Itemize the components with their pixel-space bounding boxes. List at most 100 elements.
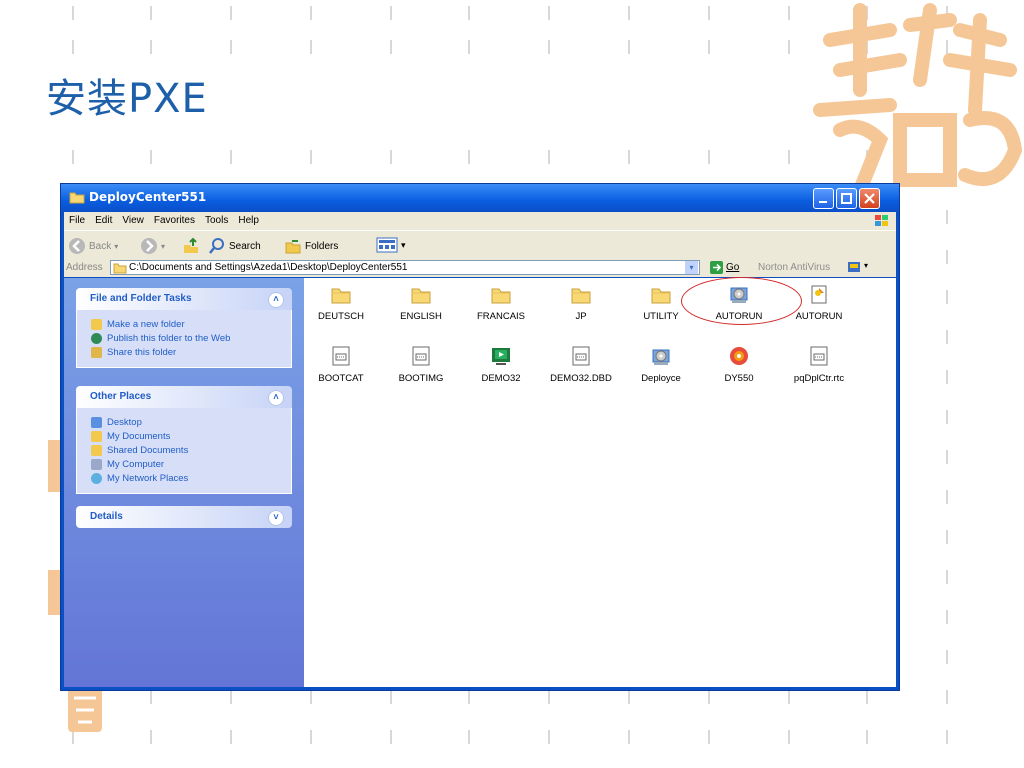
panel-header[interactable]: File and Folder Tasks ˄ [76,288,292,310]
close-icon [864,193,875,204]
file-folder-tasks-panel: File and Folder Tasks ˄ Make a new folder… [76,288,292,368]
folder-icon [411,288,431,304]
grid-tick [468,40,470,54]
grid-tick [72,730,74,744]
file-item[interactable]: FRANCAIS [464,284,538,322]
file-item[interactable]: DEMO32.DBD [544,346,618,384]
back-arrow-icon [69,238,85,254]
windows-logo-icon [875,215,888,226]
file-item[interactable]: DEMO32 [464,346,538,384]
grid-tick [946,530,948,544]
place-my-computer[interactable]: My Computer [91,459,291,470]
grid-tick [946,410,948,424]
file-item[interactable]: BOOTCAT [304,346,378,384]
collapse-chevron-icon[interactable]: ˄ [268,390,284,406]
file-icon [572,346,590,366]
grid-tick [788,730,790,744]
details-panel: Details ˅ [76,506,292,528]
grid-tick [548,690,550,704]
file-item[interactable]: DEUTSCH [304,284,378,322]
network-places-icon [91,473,102,484]
up-folder-button[interactable] [182,237,200,255]
close-button[interactable] [859,188,880,209]
task-publish-web[interactable]: Publish this folder to the Web [91,333,291,344]
menu-help[interactable]: Help [233,212,264,226]
address-bar: Address C:\Documents and Settings\Azeda1… [64,259,896,277]
task-label: Publish this folder to the Web [107,333,231,344]
task-share-folder[interactable]: Share this folder [91,347,291,358]
address-input[interactable]: C:\Documents and Settings\Azeda1\Desktop… [110,260,700,275]
folders-label: Folders [305,240,339,252]
minimize-icon [819,201,827,203]
grid-tick [946,570,948,584]
forward-button[interactable]: ▾ [140,237,165,255]
panel-title: File and Folder Tasks [90,293,192,304]
forward-arrow-icon [141,238,157,254]
place-my-network[interactable]: My Network Places [91,473,291,484]
grid-tick [708,730,710,744]
disc-setup-icon [652,349,670,365]
toolbar: Back ▾ ▾ Search Folders ▾ [64,230,896,260]
folder-icon [113,263,127,274]
slide-title: 安装PXE [46,76,208,122]
grid-tick [788,690,790,704]
expand-chevron-icon[interactable]: ˅ [268,510,284,526]
norton-dropdown-icon[interactable]: ▾ [864,261,868,270]
maximize-button[interactable] [836,188,857,209]
folders-button[interactable]: Folders [284,237,338,255]
back-dropdown-icon: ▾ [114,241,119,251]
file-item[interactable]: ENGLISH [384,284,458,322]
panel-header[interactable]: Other Places ˄ [76,386,292,408]
file-item[interactable]: pqDplCtr.rtc [782,346,856,384]
minimize-button[interactable] [813,188,834,209]
search-button[interactable]: Search [208,237,261,255]
grid-tick [310,6,312,20]
back-button[interactable]: Back ▾ [68,237,118,255]
content-area: File and Folder Tasks ˄ Make a new folder… [64,278,896,687]
grid-tick [548,730,550,744]
file-item[interactable]: DY550 [702,346,776,384]
computer-icon [91,459,102,470]
seal-small-icon [68,688,102,732]
task-make-new-folder[interactable]: Make a new folder [91,319,291,330]
file-item[interactable]: BOOTIMG [384,346,458,384]
menu-tools[interactable]: Tools [200,212,233,226]
collapse-chevron-icon[interactable]: ˄ [268,292,284,308]
share-folder-icon [91,347,102,358]
norton-antivirus-label[interactable]: Norton AntiVirus [758,262,830,273]
grid-tick [708,40,710,54]
grid-tick [468,6,470,20]
go-label: Go [726,262,740,273]
grid-tick [946,370,948,384]
grid-tick [230,690,232,704]
go-button[interactable]: Go [710,261,739,274]
forward-dropdown-icon: ▾ [161,241,166,251]
menu-edit[interactable]: Edit [90,212,117,226]
title-bar[interactable]: DeployCenter551 [61,184,899,212]
grid-tick [946,450,948,464]
file-item[interactable]: Deployce [624,346,698,384]
search-label: Search [229,240,261,252]
panel-header[interactable]: Details ˅ [76,506,292,528]
cd-icon [730,347,748,365]
place-shared-documents[interactable]: Shared Documents [91,445,291,456]
grid-tick [468,730,470,744]
grid-tick [150,6,152,20]
norton-icon[interactable] [847,261,861,274]
file-name: JP [575,311,587,322]
address-value: C:\Documents and Settings\Azeda1\Desktop… [129,262,408,273]
file-item[interactable]: JP [544,284,618,322]
place-my-documents[interactable]: My Documents [91,431,291,442]
menu-file[interactable]: File [64,212,90,226]
menu-view[interactable]: View [117,212,149,226]
menu-favorites[interactable]: Favorites [149,212,200,226]
views-button[interactable]: ▾ [376,237,406,253]
address-dropdown-icon[interactable]: ▾ [685,261,698,274]
task-label: Make a new folder [107,319,185,330]
grid-tick [628,690,630,704]
grid-tick [946,690,948,704]
place-desktop[interactable]: Desktop [91,417,291,428]
grid-tick [390,40,392,54]
grid-tick [946,650,948,664]
folder-icon [571,288,591,304]
